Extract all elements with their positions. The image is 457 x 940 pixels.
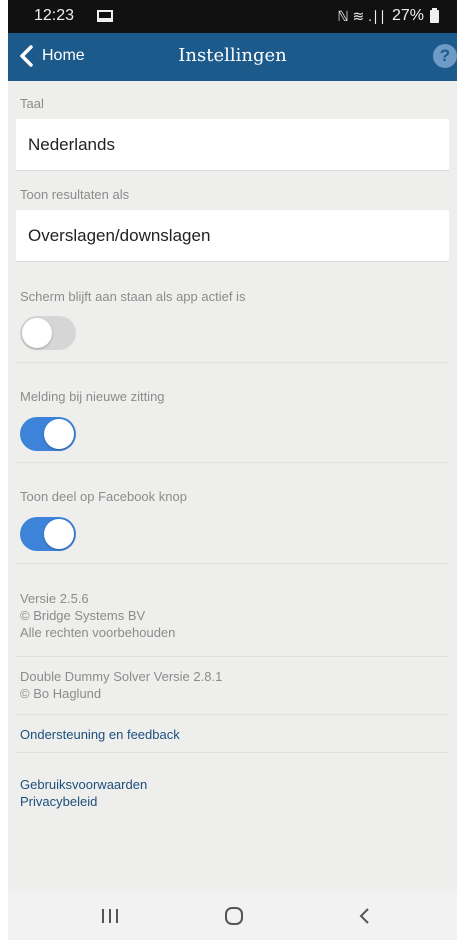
home-icon bbox=[225, 906, 243, 925]
app-version: Versie 2.5.6 bbox=[20, 591, 89, 606]
new-session-toggle[interactable] bbox=[20, 417, 76, 451]
results-label: Toon resultaten als bbox=[20, 187, 130, 202]
status-right: ℕ ≋ .∣∣ 27% bbox=[337, 7, 439, 25]
screen-on-label: Scherm blijft aan staan als app actief i… bbox=[20, 289, 246, 304]
divider bbox=[16, 656, 449, 657]
facebook-share-toggle[interactable] bbox=[20, 517, 76, 551]
cast-icon bbox=[97, 10, 113, 22]
dds-info: Double Dummy Solver Versie 2.8.1 © Bo Ha… bbox=[20, 668, 222, 702]
new-session-label: Melding bij nieuwe zitting bbox=[20, 389, 165, 404]
divider bbox=[16, 563, 449, 564]
page-title: Instellingen bbox=[178, 45, 287, 66]
divider bbox=[16, 362, 449, 363]
dds-copyright: © Bo Haglund bbox=[20, 686, 102, 701]
toggle-knob bbox=[44, 519, 74, 549]
rights-reserved: Alle rechten voorbehouden bbox=[20, 625, 176, 640]
app-copyright: © Bridge Systems BV bbox=[20, 608, 146, 623]
signal-icons: ℕ ≋ .∣∣ bbox=[337, 7, 386, 24]
divider bbox=[16, 462, 449, 463]
recent-apps-icon bbox=[102, 908, 118, 923]
results-select[interactable]: Overslagen/downslagen bbox=[16, 210, 449, 262]
app-header: Home Instellingen ? bbox=[8, 33, 457, 81]
phone-screen: 12:23 ℕ ≋ .∣∣ 27% Home Instellingen ? Ta… bbox=[8, 0, 457, 940]
android-nav-bar bbox=[8, 891, 457, 940]
back-nav-button[interactable] bbox=[334, 891, 394, 940]
screen-on-toggle[interactable] bbox=[20, 316, 76, 350]
toggle-knob bbox=[44, 419, 74, 449]
help-icon[interactable]: ? bbox=[433, 44, 457, 68]
back-arrow-icon bbox=[359, 907, 369, 924]
status-time: 12:23 bbox=[34, 7, 75, 24]
status-bar: 12:23 ℕ ≋ .∣∣ 27% bbox=[8, 0, 457, 33]
divider bbox=[16, 714, 449, 715]
battery-icon bbox=[430, 7, 439, 23]
privacy-link[interactable]: Privacybeleid bbox=[20, 793, 97, 810]
home-nav-button[interactable] bbox=[204, 891, 264, 940]
terms-link[interactable]: Gebruiksvoorwaarden bbox=[20, 776, 147, 793]
battery-percent: 27% bbox=[391, 7, 424, 24]
support-link[interactable]: Ondersteuning en feedback bbox=[20, 726, 180, 743]
toggle-knob bbox=[22, 318, 52, 348]
language-label: Taal bbox=[20, 96, 44, 111]
divider bbox=[16, 752, 449, 753]
facebook-share-label: Toon deel op Facebook knop bbox=[20, 489, 187, 504]
dds-version: Double Dummy Solver Versie 2.8.1 bbox=[20, 669, 223, 684]
language-select[interactable]: Nederlands bbox=[16, 119, 449, 171]
version-info: Versie 2.5.6 © Bridge Systems BV Alle re… bbox=[20, 590, 175, 641]
recent-apps-button[interactable] bbox=[80, 891, 140, 940]
